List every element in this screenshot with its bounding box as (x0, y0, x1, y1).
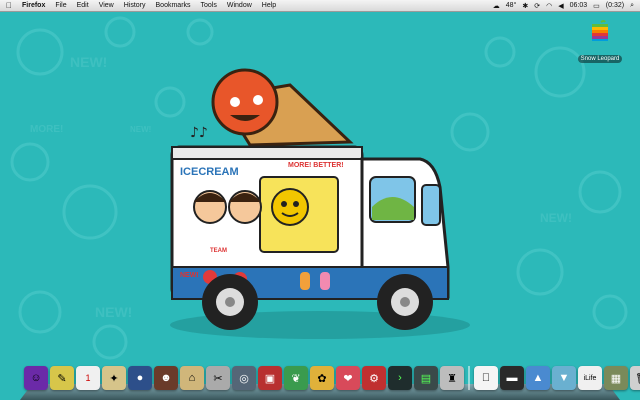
volume-icon[interactable]: ◀ (558, 2, 563, 10)
menu-view[interactable]: View (99, 2, 114, 9)
sticker-icon[interactable]: ❤ (336, 366, 360, 390)
monitor-icon[interactable]: ▤ (414, 366, 438, 390)
compass-icon[interactable]: ✦ (102, 366, 126, 390)
photo-book-icon[interactable]: ▣ (258, 366, 282, 390)
menu-bar:  Firefox File Edit View History Bookmar… (0, 0, 640, 12)
robot-icon[interactable]: ♜ (440, 366, 464, 390)
drive-label: Snow Leopard (577, 55, 623, 63)
menu-edit[interactable]: Edit (77, 2, 89, 9)
globe-icon[interactable]: ● (128, 366, 152, 390)
shelf-icon[interactable]: ▦ (604, 366, 628, 390)
menu-file[interactable]: File (55, 2, 66, 9)
svg-text:NEW!: NEW! (70, 54, 107, 70)
svg-text:NEW!: NEW! (130, 125, 151, 134)
dock-items: ☺ ✎ 1 ✦ ● ☻ ⌂ ✂ ◎ ▣ ❦ ✿ ❤ ⚙ › ▤ ♜  ▬ ▲ … (24, 366, 640, 390)
hat-icon[interactable]: ⌂ (180, 366, 204, 390)
radar-icon[interactable]: ◎ (232, 366, 256, 390)
truck-new-text: NEW! (180, 272, 199, 279)
ice-cream-truck-illustration: ♪♪ ICECREAM MORE! BETTER! NEW! TEAM (170, 68, 470, 339)
terminal-icon[interactable]: › (388, 366, 412, 390)
dock: ☺ ✎ 1 ✦ ● ☻ ⌂ ✂ ◎ ▣ ❦ ✿ ❤ ⚙ › ▤ ♜  ▬ ▲ … (20, 364, 640, 400)
battery-time[interactable]: (0:32) (606, 2, 624, 9)
folder-teal-icon[interactable]: ▼ (552, 366, 576, 390)
svg-text:MORE!: MORE! (30, 124, 63, 135)
svg-text:NEW!: NEW! (540, 211, 572, 225)
battery-icon[interactable]: ▭ (593, 2, 600, 10)
trash-icon[interactable]: 🗑 (630, 366, 640, 390)
character-icon[interactable]: ☻ (154, 366, 178, 390)
ilife-icon[interactable]: iLife (578, 366, 602, 390)
dock-separator (468, 366, 470, 390)
truck-more-text: MORE! BETTER! (288, 162, 344, 169)
drive-icon-snow-leopard[interactable]: Snow Leopard (570, 20, 630, 65)
folder-blue-icon[interactable]: ▲ (526, 366, 550, 390)
weather-icon[interactable]: ☁ (493, 2, 500, 10)
menu-app-name[interactable]: Firefox (22, 2, 45, 9)
clock[interactable]: 06:03 (570, 2, 588, 9)
truck-icecream-text: ICECREAM (180, 166, 239, 178)
tools-icon[interactable]: ✂ (206, 366, 230, 390)
gear-red-icon[interactable]: ⚙ (362, 366, 386, 390)
svg-text:♪♪: ♪♪ (190, 125, 208, 141)
svg-text:NEW!: NEW! (95, 304, 132, 320)
calendar-icon[interactable]: 1 (76, 366, 100, 390)
menu-help[interactable]: Help (262, 2, 276, 9)
ilife-label: iLife (583, 374, 597, 382)
purple-face-icon[interactable]: ☺ (24, 366, 48, 390)
apple-doc-icon[interactable]:  (474, 366, 498, 390)
notes-icon[interactable]: ✎ (50, 366, 74, 390)
menu-tools[interactable]: Tools (201, 2, 217, 9)
folder-black-icon[interactable]: ▬ (500, 366, 524, 390)
bluetooth-icon[interactable]: ✱ (522, 2, 528, 10)
apple-menu-icon[interactable]:  (6, 1, 14, 10)
truck-team-text: TEAM (210, 248, 227, 254)
spotlight-icon[interactable]: ⌕ (630, 2, 634, 10)
wifi-icon[interactable]: ◠ (546, 2, 552, 10)
rainbow-apple-icon (592, 20, 608, 41)
sync-icon[interactable]: ⟳ (534, 2, 540, 10)
palette-icon[interactable]: ✿ (310, 366, 334, 390)
leaf-icon[interactable]: ❦ (284, 366, 308, 390)
desktop: NEW! MORE! NEW! NEW! NEW! Snow Leopard ♪… (0, 12, 640, 400)
menu-bookmarks[interactable]: Bookmarks (156, 2, 191, 9)
temperature-readout[interactable]: 48° (506, 2, 517, 9)
status-area: ☁ 48° ✱ ⟳ ◠ ◀ 06:03 ▭ (0:32) ⌕ (493, 0, 634, 11)
menu-history[interactable]: History (124, 2, 146, 9)
menu-window[interactable]: Window (227, 2, 252, 9)
